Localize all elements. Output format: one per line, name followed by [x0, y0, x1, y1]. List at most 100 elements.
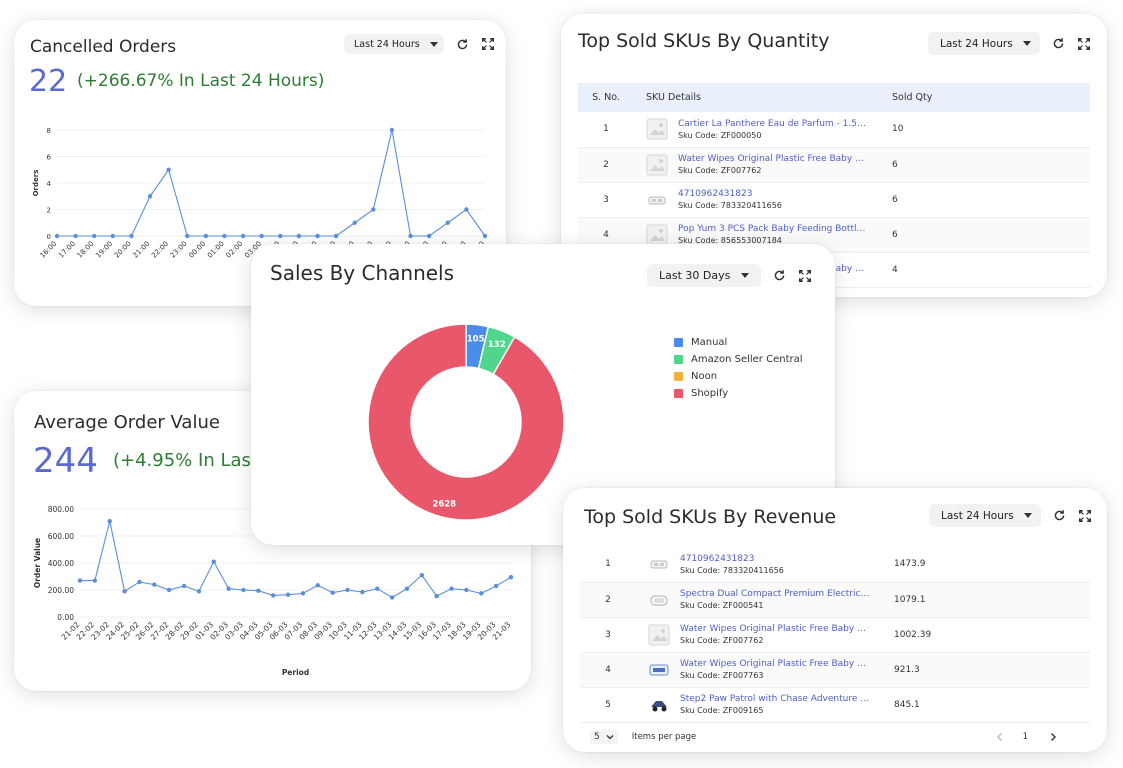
y-tick-label: 200.00	[48, 586, 74, 595]
sku-name-link[interactable]: 4710962431823	[678, 189, 782, 199]
data-point[interactable]	[371, 207, 376, 212]
data-point[interactable]	[493, 583, 499, 589]
data-point[interactable]	[271, 593, 276, 598]
fullscreen-icon[interactable]	[797, 268, 813, 284]
channels-range-dropdown[interactable]: Last 30 Days	[647, 264, 761, 287]
sku-name-link[interactable]: 4710962431823	[680, 554, 784, 564]
legend-item[interactable]: Shopify	[674, 388, 803, 399]
sku-name-link[interactable]: Water Wipes Original Plastic Free Baby W…	[680, 624, 870, 634]
data-point[interactable]	[196, 589, 202, 594]
data-point[interactable]	[259, 233, 264, 239]
data-point[interactable]	[240, 233, 246, 239]
sku-name-link[interactable]: Water Wipes Original Plastic Free Baby W…	[678, 154, 868, 164]
table-row: 2 Water Wipes Original Plastic Free Baby …	[578, 147, 1090, 182]
table-row: 3 4710962431823 Sku Code: 783320411656 6	[578, 182, 1090, 217]
data-point[interactable]	[352, 220, 357, 225]
data-point[interactable]	[315, 233, 320, 239]
data-point[interactable]	[181, 583, 187, 589]
data-point[interactable]	[92, 578, 98, 583]
data-point[interactable]	[389, 595, 395, 600]
fullscreen-icon[interactable]	[1076, 36, 1092, 52]
data-point[interactable]	[110, 233, 116, 239]
legend-item[interactable]: Noon	[674, 371, 803, 382]
data-point[interactable]	[54, 233, 60, 239]
legend-item[interactable]: Amazon Seller Central	[674, 354, 803, 365]
fullscreen-icon[interactable]	[1077, 508, 1093, 524]
cancelled-range-dropdown[interactable]: Last 24 Hours	[344, 34, 444, 54]
chevron-left-icon[interactable]	[995, 732, 1005, 742]
data-point[interactable]	[345, 587, 350, 593]
data-point[interactable]	[449, 586, 454, 591]
data-point[interactable]	[241, 587, 246, 593]
legend-item[interactable]: Manual	[674, 337, 803, 348]
data-point[interactable]	[300, 591, 306, 596]
data-point[interactable]	[152, 582, 157, 587]
refresh-icon[interactable]	[1051, 508, 1067, 524]
data-point[interactable]	[296, 233, 302, 239]
data-point[interactable]	[107, 518, 112, 524]
x-tick-label: 16:00	[38, 240, 58, 260]
data-point[interactable]	[73, 233, 78, 239]
data-point[interactable]	[166, 167, 171, 172]
y-axis-label: Order Value	[33, 538, 42, 588]
data-point[interactable]	[226, 586, 231, 591]
y-tick-label: 800.00	[48, 505, 74, 514]
data-point[interactable]	[211, 559, 216, 564]
data-point[interactable]	[92, 233, 97, 239]
items-per-page-select[interactable]: 5	[590, 730, 618, 744]
data-point[interactable]	[315, 583, 320, 588]
data-point[interactable]	[256, 588, 261, 593]
data-point[interactable]	[185, 233, 190, 239]
data-point[interactable]	[464, 587, 469, 593]
refresh-icon[interactable]	[454, 36, 470, 52]
slice-data-label: 105	[467, 335, 485, 345]
top-qty-range-dropdown[interactable]: Last 24 Hours	[928, 32, 1040, 55]
data-point[interactable]	[426, 233, 432, 239]
chevron-right-icon[interactable]	[1048, 732, 1058, 742]
data-point[interactable]	[137, 579, 142, 585]
top-rev-range-dropdown[interactable]: Last 24 Hours	[929, 504, 1041, 527]
refresh-icon[interactable]	[771, 268, 787, 284]
current-page[interactable]: 1	[1023, 732, 1028, 742]
sku-name-link[interactable]: Pop Yum 3 PCS Pack Baby Feeding Bottle -…	[678, 224, 868, 234]
data-point[interactable]	[333, 233, 339, 239]
data-point[interactable]	[464, 207, 469, 212]
data-point[interactable]	[508, 574, 514, 580]
legend-swatch	[674, 355, 683, 364]
data-point[interactable]	[122, 589, 127, 594]
top-rev-table: 1 4710962431823 Sku Code: 783320411656 1473…	[580, 547, 1090, 723]
data-point[interactable]	[147, 194, 153, 199]
data-point[interactable]	[434, 593, 439, 599]
data-point[interactable]	[77, 578, 83, 583]
pie-slice-shopify[interactable]	[367, 323, 565, 521]
y-tick-label: 600.00	[48, 532, 74, 541]
data-point[interactable]	[445, 220, 450, 225]
data-point[interactable]	[375, 586, 380, 591]
data-point[interactable]	[330, 590, 335, 595]
data-point[interactable]	[129, 233, 134, 239]
data-point[interactable]	[285, 592, 291, 597]
data-point[interactable]	[203, 233, 209, 239]
data-point[interactable]	[419, 572, 425, 578]
data-point[interactable]	[360, 589, 365, 595]
data-point[interactable]	[404, 586, 410, 591]
data-point[interactable]	[482, 233, 488, 239]
legend-swatch	[674, 372, 683, 381]
data-point[interactable]	[222, 233, 227, 239]
data-point[interactable]	[278, 233, 283, 239]
image-placeholder-icon	[648, 624, 670, 646]
sku-name-link[interactable]: Cartier La Panthere Eau de Parfum - 1.5 …	[678, 119, 868, 129]
data-point[interactable]	[166, 587, 172, 593]
data-point[interactable]	[479, 591, 484, 596]
data-point[interactable]	[408, 233, 413, 239]
sku-code: Sku Code: ZF009165	[680, 706, 764, 715]
data-point[interactable]	[389, 127, 395, 133]
sku-name-link[interactable]: Step2 Paw Patrol with Chase Adventure Cr…	[680, 694, 870, 704]
sku-name-link[interactable]: Water Wipes Original Plastic Free Baby W…	[680, 659, 870, 669]
y-tick-label: 2	[47, 207, 51, 215]
refresh-icon[interactable]	[1050, 36, 1066, 52]
cancelled-orders-delta: (+266.67% In Last 24 Hours)	[77, 71, 325, 91]
sku-name-link[interactable]: Spectra Dual Compact Premium Electric Br…	[680, 589, 870, 599]
y-tick-label: 6	[47, 154, 52, 162]
fullscreen-icon[interactable]	[480, 36, 496, 52]
